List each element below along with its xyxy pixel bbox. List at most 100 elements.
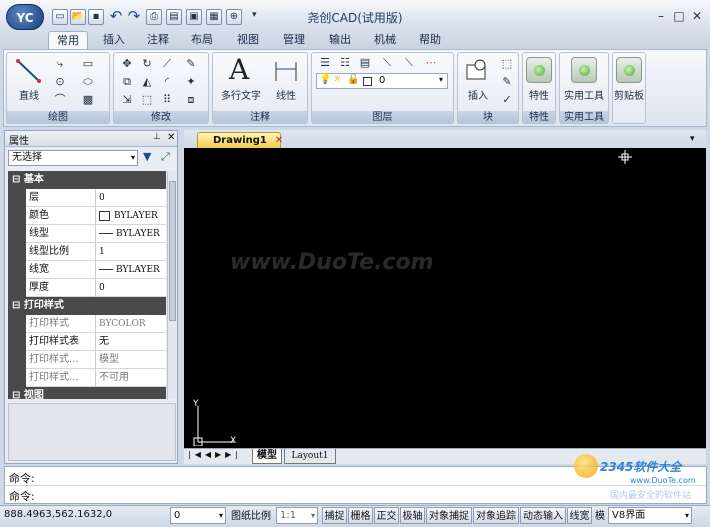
panel-close-icon[interactable]: ✕ xyxy=(167,132,175,143)
layout-nav-arrows[interactable]: |◀◀▶▶| xyxy=(188,450,248,463)
category-basic[interactable]: ⊟ 基本 xyxy=(8,171,166,189)
offset-icon[interactable]: ⧈ xyxy=(184,93,198,107)
fillet-icon[interactable]: ◜ xyxy=(160,75,174,89)
status-layer-dropdown[interactable]: 0 ▾ xyxy=(170,507,226,524)
block-group-label[interactable]: 块 xyxy=(458,111,518,124)
linear-dimension-icon[interactable] xyxy=(273,59,299,85)
select-objects-icon[interactable]: ⤢ xyxy=(161,150,170,164)
properties-panel-title: 属性 xyxy=(9,136,29,147)
multiline-text-label[interactable]: 多行文字 xyxy=(213,87,269,102)
pin-icon[interactable]: ⊥ xyxy=(153,132,161,142)
dynamic-input-toggle[interactable]: 动态输入 xyxy=(520,507,566,524)
prop-value[interactable]: 无 xyxy=(96,333,166,351)
properties-label[interactable]: 特性 xyxy=(523,87,555,102)
mirror-icon[interactable]: ◭ xyxy=(140,75,154,89)
prop-value[interactable]: BYLAYER xyxy=(96,207,166,225)
properties-icon[interactable] xyxy=(526,57,552,83)
rotate-icon[interactable]: ↻ xyxy=(140,57,154,71)
rectangle-icon[interactable]: ▭ xyxy=(81,57,95,71)
tab-manage[interactable]: 管理 xyxy=(276,31,312,49)
quick-select-icon[interactable]: ▼ xyxy=(143,150,151,163)
linear-dimension-label[interactable]: 线性 xyxy=(269,87,303,102)
snap-toggle[interactable]: 捕捉 xyxy=(322,507,347,524)
drawing-canvas[interactable]: Y X xyxy=(184,148,706,448)
command-prompt[interactable]: 命令: xyxy=(9,488,35,504)
utilities-label[interactable]: 实用工具 xyxy=(560,87,608,102)
tab-layout[interactable]: 布局 xyxy=(184,31,220,49)
category-view[interactable]: ⊟ 视图 xyxy=(8,387,166,399)
multiline-text-icon[interactable]: A xyxy=(229,53,249,86)
ortho-toggle[interactable]: 正交 xyxy=(374,507,399,524)
insert-block-label[interactable]: 插入 xyxy=(460,87,496,102)
tab-output[interactable]: 输出 xyxy=(322,31,358,49)
move-icon[interactable]: ✥ xyxy=(120,57,134,71)
workspace-dropdown[interactable]: V8界面 ▾ xyxy=(608,507,692,524)
properties-group-label[interactable]: 特性 xyxy=(523,111,555,124)
prop-value[interactable]: BYLAYER xyxy=(96,261,166,279)
document-tab[interactable]: Drawing1 ✕ xyxy=(197,132,283,148)
circle-icon[interactable]: ⊙ xyxy=(53,75,67,89)
layer-properties-icon[interactable]: ☰ xyxy=(318,56,332,70)
edit-block-icon[interactable]: ✎ xyxy=(500,75,514,89)
tab-insert[interactable]: 插入 xyxy=(96,31,132,49)
close-icon[interactable]: ✕ xyxy=(688,9,706,23)
prop-value[interactable]: 0 xyxy=(96,189,166,207)
utilities-group-label[interactable]: 实用工具 xyxy=(560,111,608,124)
draw-group: 直线 ⤷ ⊙ ⌒ ▭ ⬭ ▩ 绘图 xyxy=(6,52,110,124)
object-snap-toggle[interactable]: 对象捕捉 xyxy=(426,507,472,524)
scale-dropdown[interactable]: 1:1 ▾ xyxy=(276,507,318,524)
tab-model[interactable]: 模型 xyxy=(252,449,282,464)
clipboard-icon[interactable] xyxy=(616,57,642,83)
tab-menu-icon[interactable]: ▾ xyxy=(690,134,695,144)
prop-value[interactable]: BYLAYER xyxy=(96,225,166,243)
tab-home[interactable]: 常用 xyxy=(48,31,88,49)
grid-toggle[interactable]: 栅格 xyxy=(348,507,373,524)
layer-lock-icon[interactable]: ⋯ xyxy=(424,56,438,70)
selection-dropdown[interactable]: 无选择 ▾ xyxy=(8,150,138,166)
model-toggle[interactable]: 模 xyxy=(593,507,607,524)
block-attr-icon[interactable]: ✓ xyxy=(500,93,514,107)
property-scrollbar[interactable] xyxy=(167,171,177,399)
insert-block-icon[interactable] xyxy=(464,57,490,83)
maximize-icon[interactable]: □ xyxy=(670,9,688,23)
array-icon[interactable]: ⠿ xyxy=(160,93,174,107)
layer-off-icon[interactable]: ⟍ xyxy=(402,56,416,70)
tab-view[interactable]: 视图 xyxy=(230,31,266,49)
arc-icon[interactable]: ⌒ xyxy=(53,93,67,107)
annotate-group-label[interactable]: 注释 xyxy=(213,111,307,124)
explode-icon[interactable]: ✦ xyxy=(184,75,198,89)
line-tool-icon[interactable] xyxy=(15,57,43,85)
layer-states-icon[interactable]: ☷ xyxy=(338,56,352,70)
modify-group: ✥ ↻ ⟋ ✎ ⧉ ◭ ◜ ✦ ⇲ ⬚ ⠿ ⧈ 修改 xyxy=(113,52,209,124)
modify-group-label[interactable]: 修改 xyxy=(114,111,208,124)
prop-value[interactable]: 1 xyxy=(96,243,166,261)
category-print[interactable]: ⊟ 打印样式 xyxy=(8,297,166,315)
ellipse-icon[interactable]: ⬭ xyxy=(81,75,95,89)
polar-toggle[interactable]: 极轴 xyxy=(400,507,425,524)
tab-mechanical[interactable]: 机械 xyxy=(367,31,403,49)
document-close-icon[interactable]: ✕ xyxy=(275,135,283,146)
scale-icon[interactable]: ⬚ xyxy=(140,93,154,107)
tab-annotate[interactable]: 注释 xyxy=(140,31,176,49)
create-block-icon[interactable]: ⬚ xyxy=(500,57,514,71)
trim-icon[interactable]: ⟋ xyxy=(160,57,174,71)
layer-isolate-icon[interactable]: ▤ xyxy=(358,56,372,70)
hatch-icon[interactable]: ▩ xyxy=(81,93,95,107)
layers-group-label[interactable]: 图层 xyxy=(312,111,453,124)
object-track-toggle[interactable]: 对象追踪 xyxy=(473,507,519,524)
prop-value[interactable]: 0 xyxy=(96,279,166,297)
tab-layout1[interactable]: Layout1 xyxy=(284,449,336,464)
minimize-icon[interactable]: – xyxy=(652,9,670,23)
tab-help[interactable]: 帮助 xyxy=(412,31,448,49)
clipboard-label[interactable]: 剪贴板 xyxy=(613,87,645,102)
utilities-icon[interactable] xyxy=(571,57,597,83)
layer-freeze-icon[interactable]: ⟍ xyxy=(380,56,394,70)
polyline-icon[interactable]: ⤷ xyxy=(53,57,67,71)
layer-dropdown[interactable]: 💡 ☼ 🔓 0 ▾ xyxy=(316,73,448,89)
erase-icon[interactable]: ✎ xyxy=(184,57,198,71)
scrollbar-thumb[interactable] xyxy=(169,181,176,321)
lineweight-toggle[interactable]: 线宽 xyxy=(567,507,592,524)
draw-group-label[interactable]: 绘图 xyxy=(7,111,109,124)
copy-icon[interactable]: ⧉ xyxy=(120,75,134,89)
stretch-icon[interactable]: ⇲ xyxy=(120,93,134,107)
